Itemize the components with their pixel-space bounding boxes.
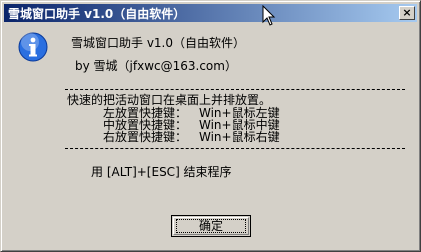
exit-hint: 用 [ALT]+[ESC] 结束程序 (91, 165, 232, 179)
mouse-pointer-icon (262, 5, 276, 26)
author-line: by 雪城（jfxwc@163.com） (75, 59, 237, 73)
dialog-window: 雪城窗口助手 v1.0（自由软件） × 雪城窗口助手 v1.0（自由软件） by… (0, 0, 421, 252)
window-title: 雪城窗口助手 v1.0（自由软件） (8, 7, 186, 21)
separator-bottom (65, 148, 405, 149)
hotkey-keys-right: Win+鼠标右键 (199, 130, 280, 144)
separator-top (65, 89, 405, 90)
close-icon: × (402, 6, 412, 19)
title-bar[interactable]: 雪城窗口助手 v1.0（自由软件） × (4, 4, 417, 22)
info-icon (18, 32, 48, 62)
app-title: 雪城窗口助手 v1.0（自由软件） (71, 36, 246, 50)
ok-button-label: 确定 (198, 219, 223, 233)
close-button[interactable]: × (399, 6, 415, 20)
hotkey-label-right: 右放置快捷键： (103, 130, 188, 144)
description-text: 快速的把活动窗口在桌面上并排放置。 (67, 93, 272, 107)
ok-button[interactable]: 确定 (171, 215, 251, 237)
